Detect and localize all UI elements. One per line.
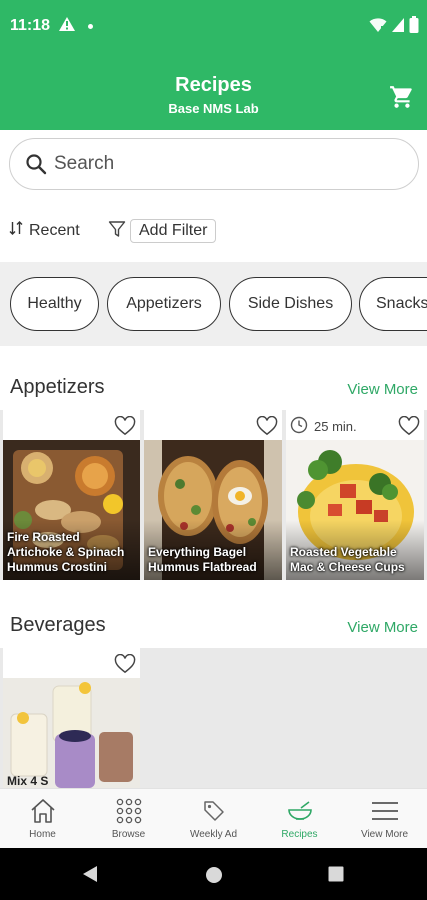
wifi-icon xyxy=(369,17,387,38)
section-title-appetizers: Appetizers xyxy=(10,376,105,398)
tag-icon xyxy=(202,798,226,824)
back-icon[interactable] xyxy=(82,865,98,888)
cook-time: 25 min. xyxy=(290,416,357,437)
battery-icon xyxy=(409,16,419,38)
nav-label: Browse xyxy=(111,829,146,840)
warning-icon xyxy=(58,16,76,37)
chip-healthy[interactable]: Healthy xyxy=(10,277,99,331)
page-title: Recipes xyxy=(175,74,252,96)
search-input[interactable] xyxy=(54,149,394,179)
recipe-image: Everything Bagel Hummus Flatbread xyxy=(144,440,282,580)
nav-recipes[interactable]: Recipes xyxy=(257,789,342,849)
status-indicators xyxy=(369,16,419,38)
recipe-card[interactable]: Mix 4 S xyxy=(3,648,140,788)
recipe-card[interactable]: 25 min. Roasted Vegetable Mac & Cheese C… xyxy=(286,410,424,580)
view-more-beverages[interactable]: View More xyxy=(347,619,418,636)
chip-side-dishes[interactable]: Side Dishes xyxy=(229,277,352,331)
chip-snacks[interactable]: Snacks xyxy=(359,277,427,331)
hamburger-icon xyxy=(371,798,399,824)
view-more-appetizers[interactable]: View More xyxy=(347,381,418,398)
recipe-name: Roasted Vegetable Mac & Cheese Cups xyxy=(290,545,405,574)
beverages-carousel: Mix 4 S xyxy=(0,648,427,788)
chip-appetizers[interactable]: Appetizers xyxy=(107,277,221,331)
nav-weekly-ad[interactable]: Weekly Ad xyxy=(171,789,256,849)
store-name: Base NMS Lab xyxy=(168,101,259,116)
recipe-image: Fire Roasted Artichoke & Spinach Hummus … xyxy=(3,440,140,580)
app-header: 11:18 Recipes Base NMS Lab xyxy=(0,0,427,130)
recents-icon[interactable] xyxy=(328,866,344,887)
bottom-navigation: Home Browse Weekly Ad Recipes View More xyxy=(0,788,427,848)
filter-label: Add Filter xyxy=(130,219,217,243)
appetizers-carousel: Fire Roasted Artichoke & Spinach Hummus … xyxy=(0,410,427,580)
clock-icon xyxy=(290,416,308,437)
search-bar[interactable] xyxy=(9,138,419,190)
status-bar: 11:18 xyxy=(0,0,427,54)
nav-browse[interactable]: Browse xyxy=(86,789,171,849)
signal-icon xyxy=(391,17,405,38)
filter-icon xyxy=(108,220,126,243)
recipe-name: Mix 4 S xyxy=(7,774,49,788)
nav-label: View More xyxy=(360,829,409,840)
cart-icon[interactable] xyxy=(389,84,415,115)
heart-icon[interactable] xyxy=(114,415,136,441)
sort-label: Recent xyxy=(29,221,80,239)
recipe-image xyxy=(3,678,140,788)
nav-label: Recipes xyxy=(281,829,318,840)
cook-time-label: 25 min. xyxy=(314,419,357,434)
system-navigation-bar xyxy=(0,848,427,900)
nav-label: Weekly Ad xyxy=(189,829,238,840)
add-filter-button[interactable]: Add Filter xyxy=(108,219,217,243)
recipe-name: Everything Bagel Hummus Flatbread xyxy=(148,545,257,574)
section-title-beverages: Beverages xyxy=(10,614,106,636)
home-icon xyxy=(29,798,57,824)
nav-home[interactable]: Home xyxy=(0,789,85,849)
recipe-image: Roasted Vegetable Mac & Cheese Cups xyxy=(286,440,424,580)
category-chips: Healthy Appetizers Side Dishes Snacks xyxy=(0,262,427,346)
search-icon xyxy=(25,153,47,180)
notification-dot-icon xyxy=(88,24,93,29)
nav-view-more[interactable]: View More xyxy=(342,789,427,849)
header-titles: Recipes Base NMS Lab xyxy=(0,74,427,116)
recipe-card[interactable]: Fire Roasted Artichoke & Spinach Hummus … xyxy=(3,410,140,580)
heart-icon[interactable] xyxy=(398,415,420,441)
heart-icon[interactable] xyxy=(114,653,136,679)
grid-icon xyxy=(116,798,142,824)
heart-icon[interactable] xyxy=(256,415,278,441)
nav-label: Home xyxy=(29,829,56,840)
home-button-icon[interactable] xyxy=(205,866,223,889)
recipe-name: Fire Roasted Artichoke & Spinach Hummus … xyxy=(7,530,125,574)
sort-icon xyxy=(9,220,23,241)
sort-button[interactable]: Recent xyxy=(9,220,80,241)
bowl-icon xyxy=(287,798,313,824)
recipe-card[interactable]: Everything Bagel Hummus Flatbread xyxy=(144,410,282,580)
status-time: 11:18 xyxy=(10,17,51,34)
